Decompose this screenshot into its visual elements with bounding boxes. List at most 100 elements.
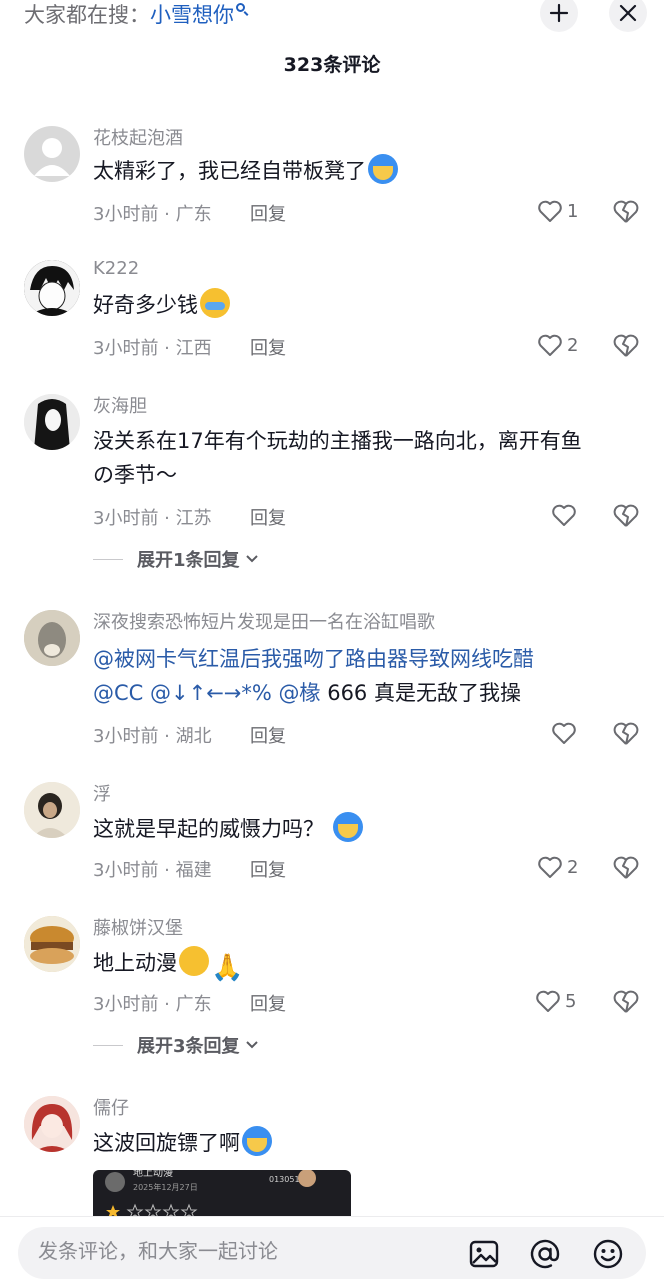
- reply-button[interactable]: 回复: [250, 722, 286, 748]
- username[interactable]: 灰海胆: [93, 392, 147, 418]
- comment-meta: 3小时前 · 广东: [93, 204, 212, 225]
- comment-text: 没关系在17年有个玩劫的主播我一路向北，离开有鱼 の季节～: [93, 424, 633, 492]
- comment-body: 地上动漫: [93, 951, 177, 975]
- like-count: 2: [567, 334, 579, 356]
- avatar[interactable]: [24, 916, 80, 972]
- reply-button[interactable]: 回复: [250, 990, 286, 1016]
- broken-heart-icon[interactable]: [612, 332, 640, 358]
- comment-meta: 3小时前 · 江苏: [93, 508, 212, 529]
- username[interactable]: K222: [93, 258, 139, 279]
- username[interactable]: 浮: [93, 780, 111, 806]
- like-button[interactable]: 1: [537, 198, 578, 224]
- heart-icon: [552, 504, 576, 526]
- broken-heart-icon[interactable]: [612, 502, 640, 528]
- comment-input-bar: [0, 1216, 664, 1280]
- at-icon[interactable]: [529, 1238, 561, 1270]
- heart-icon: [552, 722, 576, 744]
- mention-link[interactable]: @被网卡气红温后我强吻了路由器导致网线吃醋: [93, 647, 534, 671]
- like-button[interactable]: [551, 720, 577, 746]
- expand-replies-button[interactable]: 展开3条回复: [93, 1032, 260, 1058]
- like-button[interactable]: 2: [537, 854, 578, 880]
- heart-icon: [538, 856, 562, 878]
- expand-replies-label: 展开1条回复: [137, 550, 240, 571]
- heart-icon: [538, 200, 562, 222]
- expand-replies-label: 展开3条回复: [137, 1036, 240, 1057]
- comment-text: 这就是早起的威慑力吗？: [93, 812, 633, 846]
- heart-icon: [538, 334, 562, 356]
- emoji-icon[interactable]: [592, 1238, 624, 1270]
- comment-count-title: 323条评论: [283, 54, 381, 76]
- comment-text: @被网卡气红温后我强吻了路由器导致网线吃醋 @CC @↓↑←→*% @椽 666…: [93, 642, 633, 710]
- reply-button[interactable]: 回复: [250, 334, 286, 360]
- comment-text: 这波回旋镖了啊: [93, 1126, 633, 1160]
- heart-icon: [536, 990, 560, 1012]
- like-count: 1: [567, 200, 579, 222]
- collapse-icon: [549, 3, 569, 23]
- avatar[interactable]: [24, 394, 80, 450]
- mention-link[interactable]: @椽: [279, 681, 321, 705]
- avatar[interactable]: [24, 126, 80, 182]
- divider: [93, 1044, 123, 1046]
- broken-heart-icon[interactable]: [612, 854, 640, 880]
- avatar[interactable]: [24, 782, 80, 838]
- comment-image-thumbnail[interactable]: 地上动漫 2025年12月27日 013051: [93, 1170, 351, 1218]
- comment-body: 这就是早起的威慑力吗？: [93, 817, 324, 841]
- comment-body-line: 没关系在17年有个玩劫的主播我一路向北，离开有鱼: [93, 429, 582, 453]
- close-button[interactable]: [609, 0, 647, 32]
- like-count: 2: [567, 856, 579, 878]
- comment-meta: 3小时前 · 江西: [93, 338, 212, 359]
- reply-button[interactable]: 回复: [250, 200, 286, 226]
- blue-face-emoji: [332, 812, 363, 842]
- comment-body: 这波回旋镖了啊: [93, 1131, 240, 1155]
- thumbnail-title: 地上动漫: [133, 1170, 173, 1179]
- chevron-down-icon: [245, 1041, 258, 1049]
- folded-hands-emoji: 🙏: [211, 953, 244, 983]
- close-icon: [619, 4, 637, 22]
- comment-body-line: の季节～: [93, 463, 177, 487]
- trending-search-prefix: 大家都在搜：: [24, 3, 150, 27]
- reply-button[interactable]: 回复: [250, 504, 286, 530]
- comment-input-container[interactable]: [18, 1227, 646, 1279]
- trending-search-keyword[interactable]: 小雪想你: [150, 3, 234, 27]
- blue-face-emoji: [368, 154, 398, 184]
- broken-heart-icon[interactable]: [612, 198, 640, 224]
- username[interactable]: 儒仔: [93, 1094, 129, 1120]
- avatar[interactable]: [24, 260, 80, 316]
- broken-heart-icon[interactable]: [612, 988, 640, 1014]
- comment-text: 好奇多少钱: [93, 288, 633, 322]
- image-icon[interactable]: [468, 1238, 500, 1270]
- chevron-down-icon: [245, 555, 258, 563]
- comment-meta: 3小时前 · 湖北: [93, 726, 212, 747]
- username[interactable]: 藤椒饼汉堡: [93, 914, 183, 940]
- username[interactable]: 花枝起泡酒: [93, 124, 183, 150]
- comment-body: 666 真是无敌了我操: [320, 681, 521, 705]
- thumbnail-date: 2025年12月27日: [133, 1182, 198, 1192]
- pleading-face-emoji: [179, 946, 209, 976]
- comment-input[interactable]: [38, 1239, 438, 1263]
- broken-heart-icon[interactable]: [612, 720, 640, 746]
- like-count: 5: [565, 990, 577, 1012]
- comment-body: 太精彩了，我已经自带板凳了: [93, 159, 366, 183]
- thumbnail-code: 013051: [269, 1175, 300, 1184]
- expand-replies-button[interactable]: 展开1条回复: [93, 546, 260, 572]
- avatar[interactable]: [24, 1096, 80, 1152]
- collapse-button[interactable]: [540, 0, 578, 32]
- comment-body: 好奇多少钱: [93, 293, 198, 317]
- avatar[interactable]: [24, 610, 80, 666]
- like-button[interactable]: 2: [537, 332, 578, 358]
- search-icon: [236, 3, 245, 12]
- comment-text: 地上动漫 🙏: [93, 946, 633, 983]
- username[interactable]: 深夜搜索恐怖短片发现是田一名在浴缸唱歌: [93, 608, 435, 634]
- mention-link[interactable]: @CC @↓↑←→*%: [93, 681, 272, 705]
- reply-button[interactable]: 回复: [250, 856, 286, 882]
- top-bar: 大家都在搜：小雪想你: [0, 0, 664, 34]
- comment-meta: 3小时前 · 广东: [93, 994, 212, 1015]
- trending-search-hint[interactable]: 大家都在搜：小雪想你: [24, 2, 245, 28]
- comment-text: 太精彩了，我已经自带板凳了: [93, 154, 633, 188]
- like-button[interactable]: 5: [535, 988, 576, 1014]
- crying-face-emoji: [200, 288, 230, 318]
- blue-face-emoji: [242, 1126, 272, 1156]
- comment-meta: 3小时前 · 福建: [93, 860, 212, 881]
- divider: [93, 558, 123, 560]
- like-button[interactable]: [551, 502, 577, 528]
